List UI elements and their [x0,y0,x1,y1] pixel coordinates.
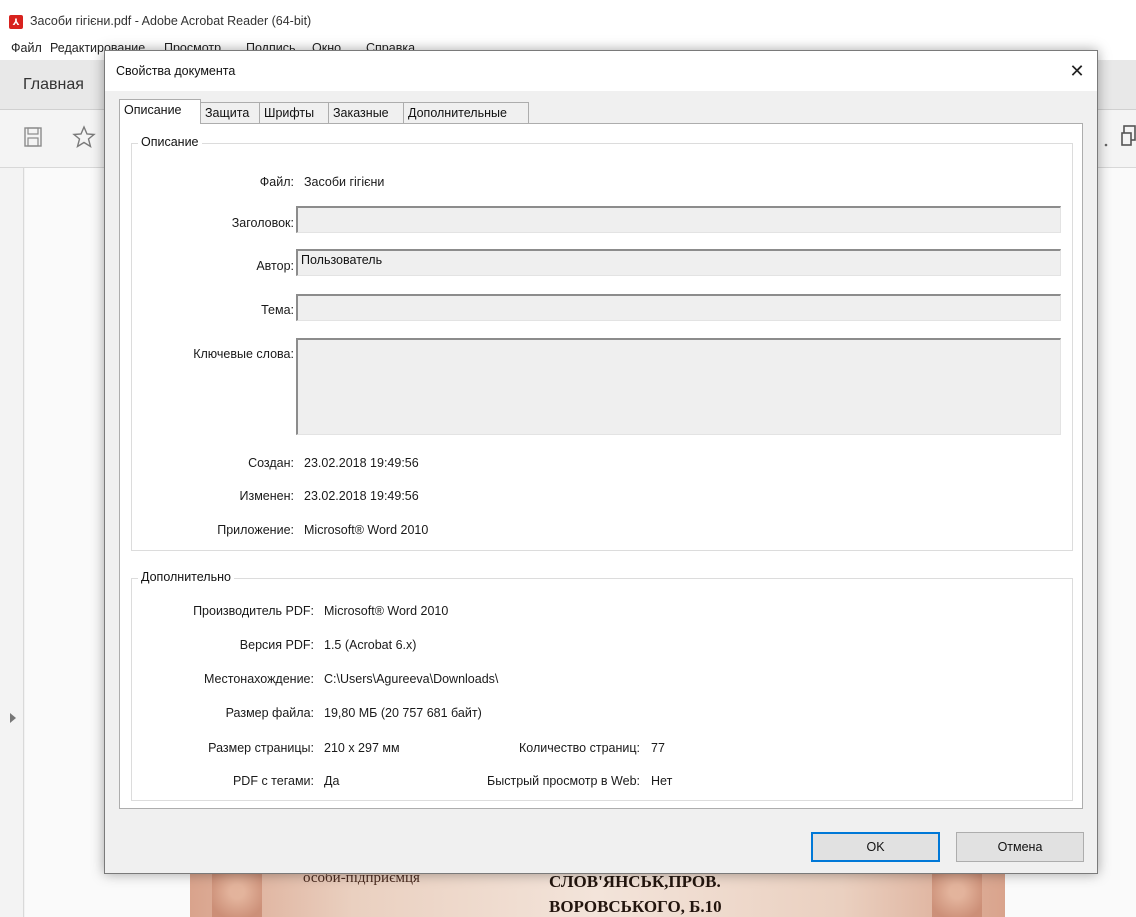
author-field[interactable]: Пользователь [296,249,1061,276]
file-label: Файл: [259,175,294,189]
page-size-value: 210 x 297 мм [324,741,400,755]
acrobat-pdf-icon: ⅄ [9,15,23,29]
page-count-value: 77 [651,741,665,755]
keywords-field[interactable] [296,338,1061,435]
dialog-title: Свойства документа [116,64,236,78]
app-title: Засоби гігієни.pdf - Adobe Acrobat Reade… [30,14,312,28]
ok-button[interactable]: OK [811,832,940,862]
fast-web-view-label: Быстрый просмотр в Web: [487,774,640,788]
location-label: Местонахождение: [204,672,314,686]
tab-custom[interactable]: Заказные [328,102,404,123]
subject-field[interactable] [296,294,1061,321]
producer-value: Microsoft® Word 2010 [324,604,449,618]
tab-home[interactable]: Главная [0,60,108,110]
modified-value: 23.02.2018 19:49:56 [304,489,419,503]
save-icon[interactable] [24,127,42,147]
pdf-version-label: Версия PDF: [239,638,314,652]
left-navigation-panel [0,168,24,917]
tab-advanced[interactable]: Дополнительные [403,102,529,123]
file-size-value: 19,80 МБ (20 757 681 байт) [324,706,482,720]
tab-description[interactable]: Описание [119,99,201,124]
location-value: C:\Users\Agureeva\Downloads\ [324,672,499,686]
application-value: Microsoft® Word 2010 [304,523,429,537]
fast-web-view-value: Нет [651,774,673,788]
page-size-label: Размер страницы: [208,741,314,755]
advanced-group: Дополнительно Производитель PDF: Microso… [131,570,1073,801]
subject-label: Тема: [261,303,294,317]
title-label: Заголовок: [231,216,294,230]
file-size-label: Размер файла: [225,706,314,720]
created-value: 23.02.2018 19:49:56 [304,456,419,470]
producer-label: Производитель PDF: [193,604,314,618]
app-titlebar: ⅄ Засоби гігієни.pdf - Adobe Acrobat Rea… [0,0,1136,38]
keywords-label: Ключевые слова: [193,347,294,361]
pages-icon[interactable] [1121,124,1136,150]
tagged-pdf-label: PDF с тегами: [232,774,314,788]
advanced-group-title: Дополнительно [138,570,234,584]
author-label: Автор: [256,259,294,273]
pdf-version-value: 1.5 (Acrobat 6.x) [324,638,417,652]
close-icon[interactable]: ✕ [1065,59,1089,83]
cancel-button[interactable]: Отмена [956,832,1084,862]
document-properties-dialog: Свойства документа ✕ Описание Защита Шри… [104,50,1098,874]
dialog-titlebar: Свойства документа ✕ [105,51,1097,91]
more-tools-icon[interactable] [1104,128,1112,148]
description-group-title: Описание [138,135,202,149]
tab-content-description: Описание Файл: Засоби гігієни Заголовок:… [119,123,1083,809]
expand-panel-arrow-icon[interactable] [10,713,16,723]
application-label: Приложение: [217,523,294,537]
created-label: Создан: [248,456,294,470]
tab-fonts[interactable]: Шрифты [259,102,329,123]
tab-security[interactable]: Защита [200,102,260,123]
modified-label: Изменен: [239,489,295,503]
file-value: Засоби гігієни [304,175,385,189]
page-text-right: СЛОВ'ЯНСЬК,ПРОВ. ВОРОВСЬКОГО, Б.10 [549,869,722,917]
title-field[interactable] [296,206,1061,233]
tagged-pdf-value: Да [324,774,340,788]
menu-file[interactable]: Файл [11,41,42,55]
description-group: Описание Файл: Засоби гігієни Заголовок:… [131,135,1073,551]
page-text-right-line2: ВОРОВСЬКОГО, Б.10 [549,897,722,916]
star-bookmark-icon[interactable] [72,125,96,149]
page-count-label: Количество страниц: [519,741,640,755]
